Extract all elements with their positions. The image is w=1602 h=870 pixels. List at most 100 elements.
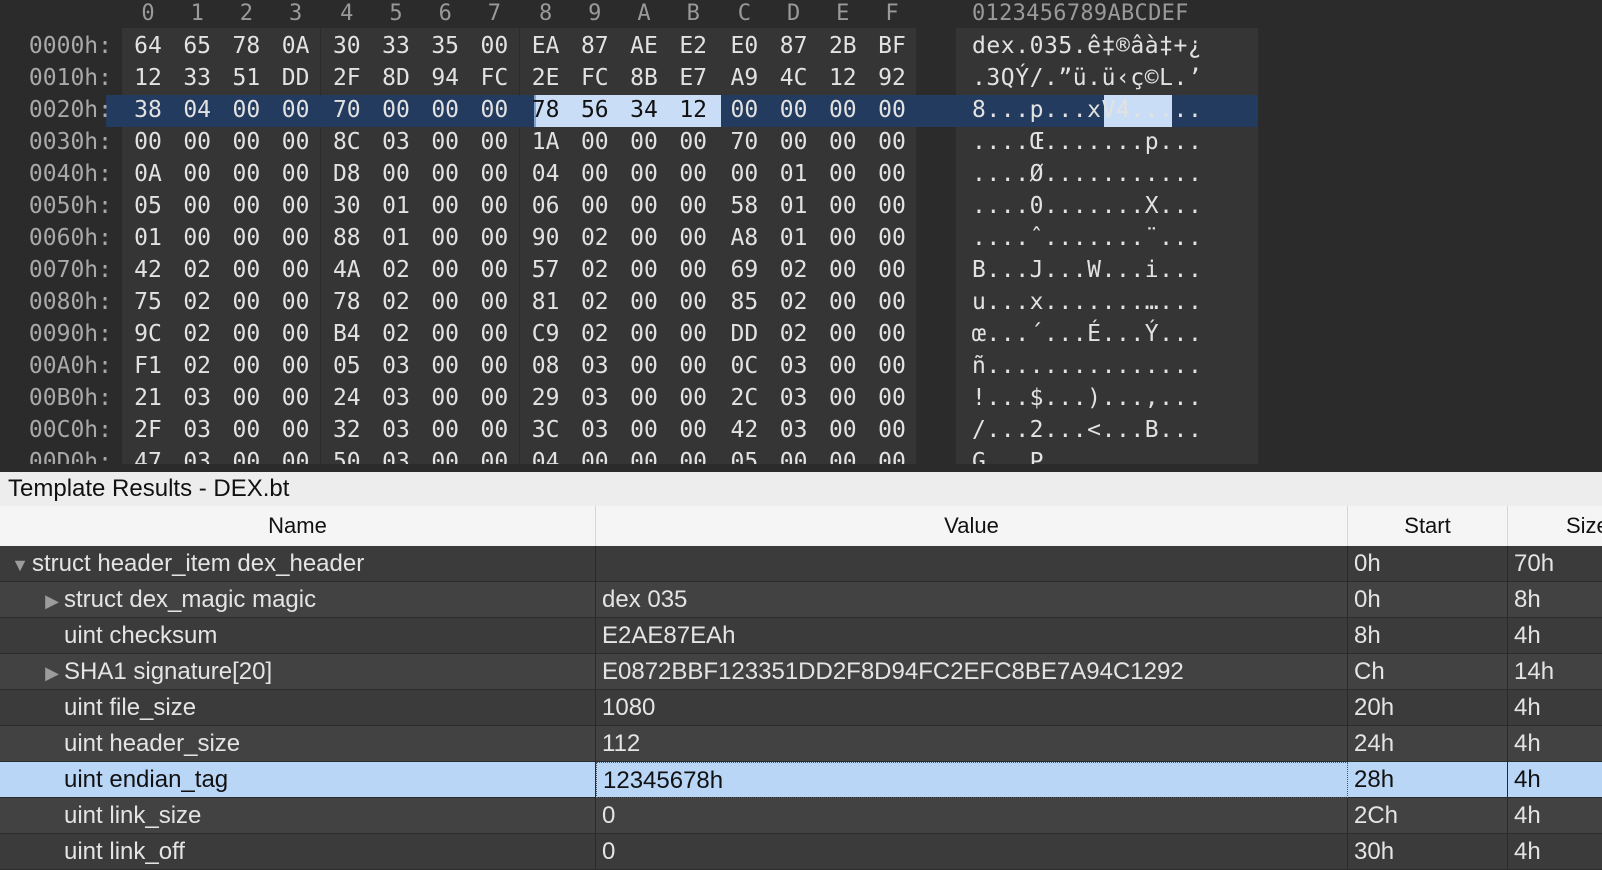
hex-byte[interactable]: 87 (573, 30, 617, 62)
hex-byte[interactable]: 00 (870, 382, 914, 414)
hex-byte[interactable]: 78 (524, 94, 568, 126)
template-row[interactable]: uint file_size 1080 20h 4h (0, 690, 1602, 726)
hex-byte[interactable]: 00 (126, 126, 170, 158)
hex-byte[interactable]: 69 (722, 254, 766, 286)
hex-byte[interactable]: 00 (423, 190, 467, 222)
hex-byte[interactable]: 05 (325, 350, 369, 382)
hex-byte[interactable]: 03 (374, 414, 418, 446)
hex-byte[interactable]: 00 (274, 382, 318, 414)
hex-byte[interactable]: 78 (224, 30, 268, 62)
ascii-text[interactable]: œ...´...É...Ý... (972, 318, 1202, 350)
hex-byte[interactable]: 3C (524, 414, 568, 446)
hex-byte[interactable]: 05 (126, 190, 170, 222)
hex-byte[interactable]: 00 (423, 254, 467, 286)
hex-byte[interactable]: 00 (671, 286, 715, 318)
ascii-text[interactable]: u...x.......…... (972, 286, 1202, 318)
ascii-text[interactable]: ....Ø........... (972, 158, 1202, 190)
hex-byte[interactable]: 02 (175, 286, 219, 318)
hex-byte[interactable]: 00 (622, 350, 666, 382)
hex-byte[interactable]: 00 (722, 158, 766, 190)
hex-byte[interactable]: 0A (274, 30, 318, 62)
hex-byte[interactable]: 00 (821, 254, 865, 286)
hex-byte[interactable]: A8 (722, 222, 766, 254)
hex-byte[interactable]: 78 (325, 286, 369, 318)
hex-byte[interactable]: 00 (274, 254, 318, 286)
hex-byte[interactable]: 00 (821, 414, 865, 446)
hex-byte[interactable]: DD (274, 62, 318, 94)
template-row[interactable]: uint endian_tag 12345678h 28h 4h (0, 762, 1602, 798)
ascii-text[interactable]: 8...p...xV4..... (972, 94, 1202, 126)
hex-byte[interactable]: F1 (126, 350, 170, 382)
hex-byte[interactable]: 8B (622, 62, 666, 94)
hex-byte[interactable]: 03 (374, 350, 418, 382)
hex-byte[interactable]: 00 (821, 446, 865, 464)
hex-byte[interactable]: 00 (671, 222, 715, 254)
hex-byte[interactable]: 00 (870, 286, 914, 318)
hex-byte[interactable]: 01 (374, 190, 418, 222)
hex-byte[interactable]: 02 (573, 318, 617, 350)
hex-byte[interactable]: E2 (671, 30, 715, 62)
hex-byte[interactable]: 08 (524, 350, 568, 382)
ascii-text[interactable]: ....ˆ.......¨... (972, 222, 1202, 254)
hex-byte[interactable]: 06 (524, 190, 568, 222)
hex-byte[interactable]: 00 (274, 222, 318, 254)
hex-byte[interactable]: 00 (175, 126, 219, 158)
hex-byte[interactable]: 87 (772, 30, 816, 62)
hex-byte[interactable]: 00 (622, 414, 666, 446)
row-value[interactable]: 1080 (596, 690, 1348, 726)
hex-byte[interactable]: 00 (224, 190, 268, 222)
hex-byte[interactable]: 00 (423, 318, 467, 350)
template-row[interactable]: ▶ SHA1 signature[20] E0872BBF123351DD2F8D9… (0, 654, 1602, 690)
hex-byte[interactable]: 04 (175, 94, 219, 126)
hex-byte[interactable]: C9 (524, 318, 568, 350)
hex-byte[interactable]: B4 (325, 318, 369, 350)
hex-byte[interactable]: 00 (374, 158, 418, 190)
hex-byte[interactable]: 70 (722, 126, 766, 158)
row-value[interactable]: 0 (596, 798, 1348, 834)
hex-byte[interactable]: 00 (472, 222, 516, 254)
hex-byte[interactable]: D8 (325, 158, 369, 190)
ascii-text[interactable]: !...$...)...,... (972, 382, 1202, 414)
hex-byte[interactable]: 00 (224, 350, 268, 382)
hex-byte[interactable]: BF (870, 30, 914, 62)
hex-byte[interactable]: 00 (722, 94, 766, 126)
hex-byte[interactable]: 47 (126, 446, 170, 464)
hex-byte[interactable]: 42 (722, 414, 766, 446)
collapsed-triangle-icon[interactable]: ▶ (42, 655, 62, 690)
hex-byte[interactable]: 00 (224, 446, 268, 464)
hex-byte[interactable]: 65 (175, 30, 219, 62)
hex-byte[interactable]: 00 (423, 222, 467, 254)
collapsed-triangle-icon[interactable]: ▶ (42, 583, 62, 618)
expanded-triangle-icon[interactable]: ▼ (10, 547, 30, 582)
hex-byte[interactable]: 30 (325, 30, 369, 62)
template-row[interactable]: uint link_size 0 2Ch 4h (0, 798, 1602, 834)
hex-byte[interactable]: 00 (870, 414, 914, 446)
hex-byte[interactable]: 00 (423, 350, 467, 382)
hex-byte[interactable]: 4A (325, 254, 369, 286)
hex-byte[interactable]: 00 (622, 318, 666, 350)
hex-byte[interactable]: 00 (274, 318, 318, 350)
hex-byte[interactable]: EA (524, 30, 568, 62)
hex-editor-pane[interactable]: 0123456789ABCDEF 0123456789ABCDEF 0000h:… (0, 0, 1602, 464)
hex-byte[interactable]: 00 (870, 126, 914, 158)
hex-byte[interactable]: 8D (374, 62, 418, 94)
hex-byte[interactable]: 00 (671, 158, 715, 190)
hex-byte[interactable]: 24 (325, 382, 369, 414)
hex-byte[interactable]: 02 (573, 286, 617, 318)
hex-byte[interactable]: 70 (325, 94, 369, 126)
hex-byte[interactable]: 00 (622, 286, 666, 318)
hex-byte[interactable]: 81 (524, 286, 568, 318)
hex-byte[interactable]: FC (573, 62, 617, 94)
hex-byte[interactable]: 30 (325, 190, 369, 222)
hex-byte[interactable]: 00 (821, 222, 865, 254)
hex-byte[interactable]: 00 (274, 286, 318, 318)
ascii-text[interactable]: ....Œ.......p... (972, 126, 1202, 158)
hex-byte[interactable]: 01 (772, 158, 816, 190)
hex-byte[interactable]: 00 (870, 94, 914, 126)
hex-byte[interactable]: 00 (274, 414, 318, 446)
hex-byte[interactable]: 12 (671, 94, 715, 126)
hex-byte[interactable]: 02 (175, 318, 219, 350)
hex-byte[interactable]: 92 (870, 62, 914, 94)
hex-byte[interactable]: 00 (472, 126, 516, 158)
row-value[interactable]: 0 (596, 834, 1348, 870)
